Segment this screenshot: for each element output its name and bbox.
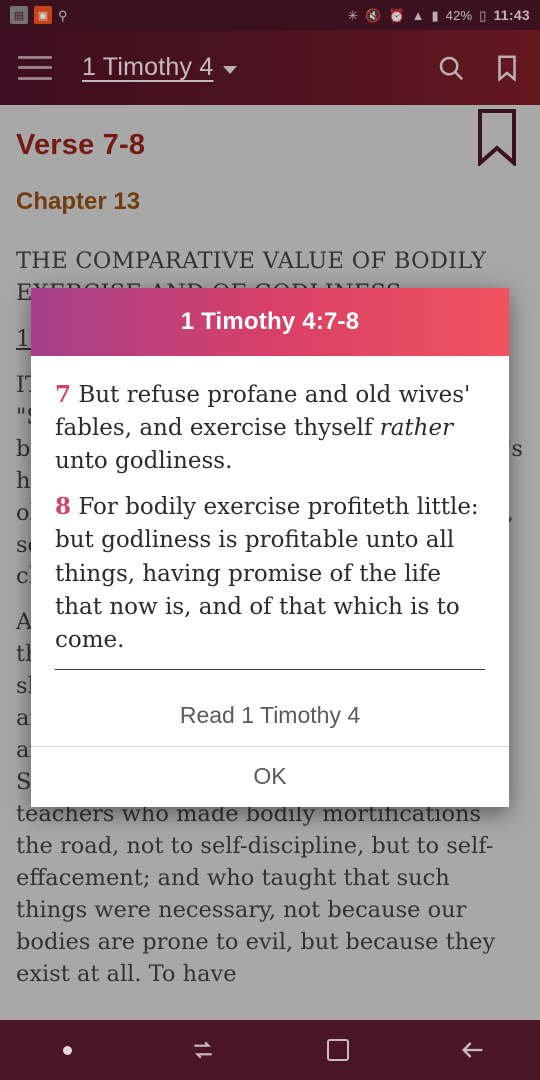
nav-dot[interactable] xyxy=(0,1045,135,1055)
verse-number-8: 8 xyxy=(55,493,72,521)
nav-back[interactable] xyxy=(405,1036,540,1064)
dialog-title: 1 Timothy 4:7-8 xyxy=(31,288,509,356)
phone-screen: ▤ ▣ ⚲ ✳ 🔇 ⏰ ▲ ▮ 42% ▯ 11:43 1 Timothy 4 xyxy=(0,0,540,1080)
nav-home[interactable] xyxy=(270,1039,405,1061)
verse-number-7: 7 xyxy=(55,381,72,408)
ok-button-row[interactable]: OK xyxy=(31,747,509,807)
verse-8: 8 For bodily exercise profiteth little: … xyxy=(55,490,485,657)
verse-7: 7 But refuse profane and old wives' fabl… xyxy=(55,378,485,478)
ok-button[interactable]: OK xyxy=(253,763,286,790)
verse-7-text-after: unto godliness. xyxy=(55,448,233,475)
verse-dialog: 1 Timothy 4:7-8 7 But refuse profane and… xyxy=(31,288,509,807)
dialog-body: 7 But refuse profane and old wives' fabl… xyxy=(31,356,509,686)
system-nav-bar xyxy=(0,1020,540,1080)
verse-8-text: For bodily exercise profiteth little: bu… xyxy=(55,494,479,653)
read-chapter-button-row[interactable]: Read 1 Timothy 4 xyxy=(31,686,509,746)
home-square-icon[interactable] xyxy=(326,1039,349,1061)
dot-icon[interactable] xyxy=(63,1045,72,1055)
read-chapter-button[interactable]: Read 1 Timothy 4 xyxy=(180,702,360,729)
nav-recents[interactable] xyxy=(135,1037,270,1063)
dialog-divider xyxy=(55,668,485,670)
verse-7-italic: rather xyxy=(379,415,454,442)
